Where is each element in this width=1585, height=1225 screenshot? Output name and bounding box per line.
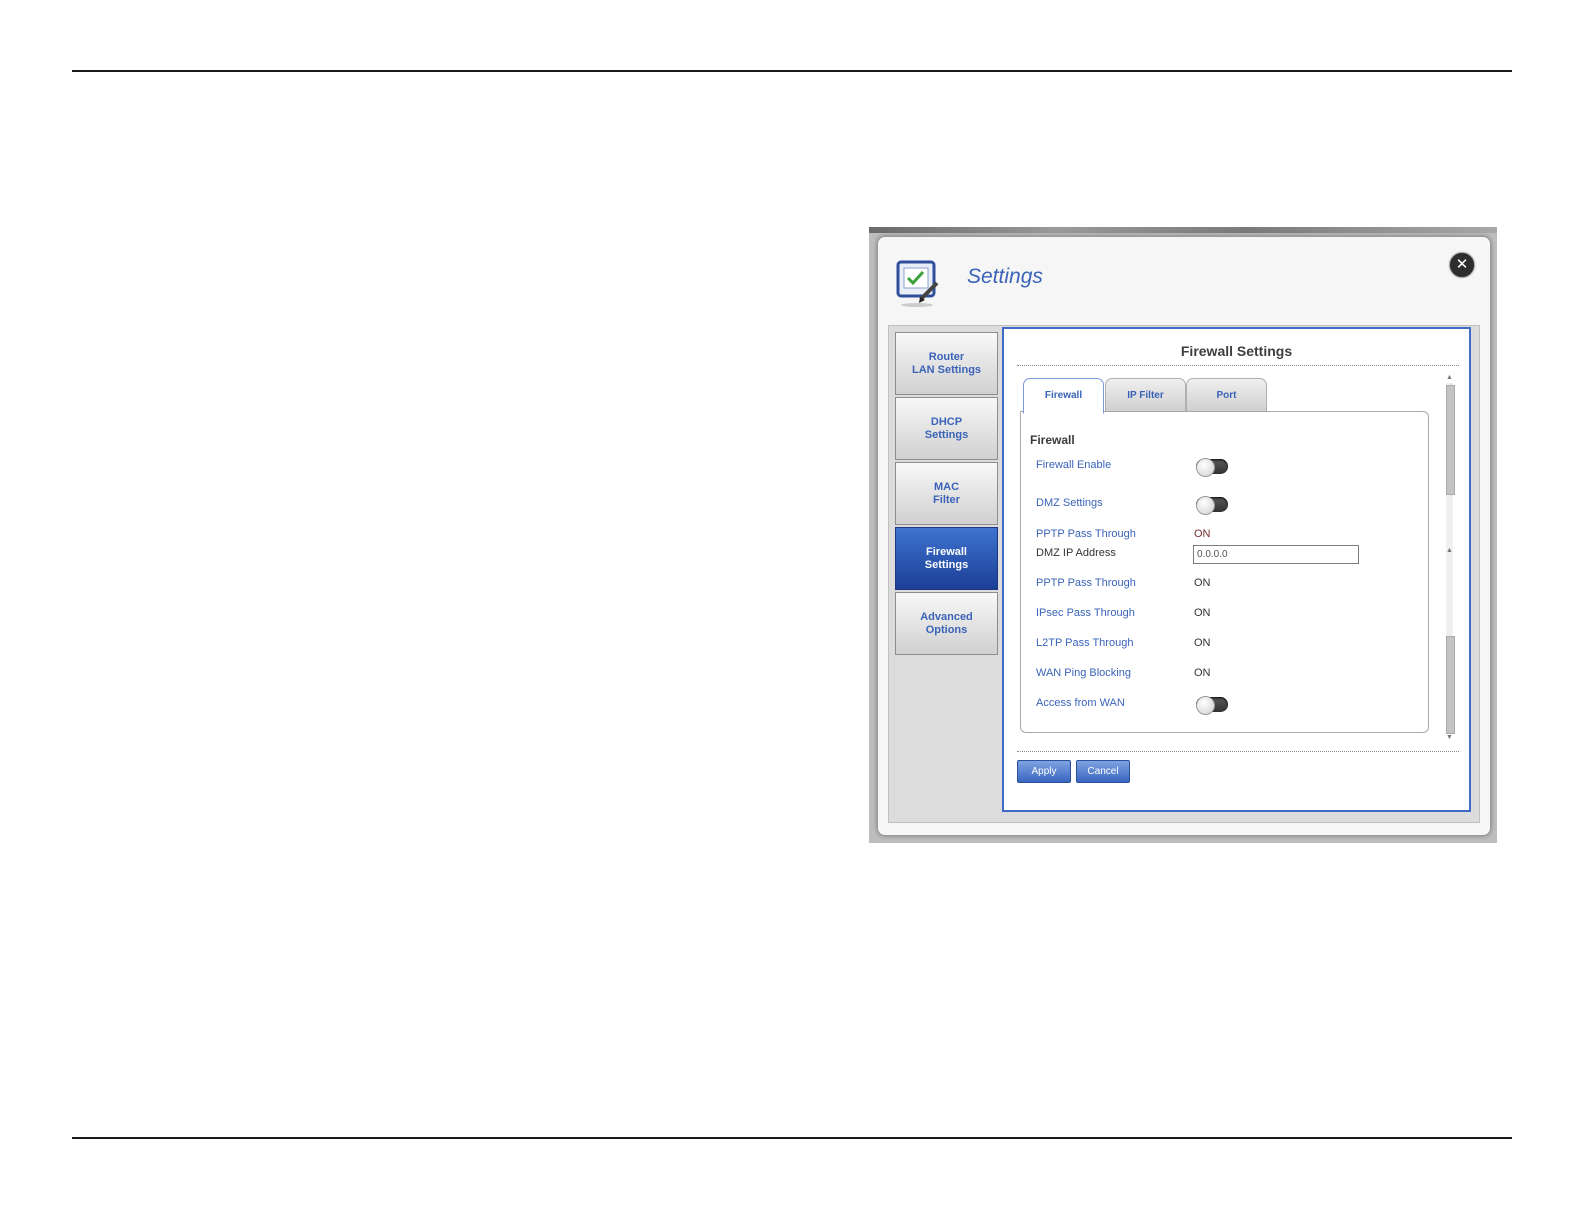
pptp-value: ON bbox=[1194, 577, 1211, 589]
router-settings-screenshot: Settings ✕ Router LAN Settings DHCP Sett… bbox=[869, 227, 1497, 843]
button-divider bbox=[1017, 751, 1459, 752]
sidebar-item-label: Firewall Settings bbox=[924, 545, 969, 571]
firewall-enable-label: Firewall Enable bbox=[1036, 459, 1112, 471]
dmz-settings-label: DMZ Settings bbox=[1036, 497, 1103, 509]
tab-port[interactable]: Port bbox=[1186, 378, 1267, 412]
sidebar-item-dhcp-settings[interactable]: DHCP Settings bbox=[895, 397, 998, 460]
title-divider bbox=[1017, 365, 1459, 366]
wan-ping-value: ON bbox=[1194, 667, 1211, 679]
page-title: Firewall Settings bbox=[1180, 343, 1293, 359]
l2tp-label: L2TP Pass Through bbox=[1036, 637, 1134, 649]
access-wan-label: Access from WAN bbox=[1036, 697, 1125, 709]
apply-button[interactable]: Apply bbox=[1017, 760, 1071, 783]
sidebar: Router LAN Settings DHCP Settings MAC Fi… bbox=[895, 332, 998, 657]
pptp-overlap-label: PPTP Pass Through bbox=[1036, 528, 1136, 540]
scroll-down-icon[interactable]: ▼ bbox=[1444, 734, 1455, 742]
content-scrollbar[interactable]: ▲ ▲ ▼ bbox=[1444, 374, 1455, 742]
settings-dialog: Settings ✕ Router LAN Settings DHCP Sett… bbox=[877, 236, 1491, 836]
scroll-thumb[interactable] bbox=[1446, 636, 1455, 734]
access-wan-toggle[interactable] bbox=[1196, 696, 1228, 715]
window-top-band bbox=[869, 227, 1497, 233]
pptp-label: PPTP Pass Through bbox=[1036, 577, 1136, 589]
sidebar-item-router-lan-settings[interactable]: Router LAN Settings bbox=[895, 332, 998, 395]
sidebar-item-label: DHCP Settings bbox=[924, 415, 969, 441]
dmz-settings-toggle[interactable] bbox=[1196, 496, 1228, 515]
scroll-up-icon[interactable]: ▲ bbox=[1444, 547, 1455, 555]
scroll-thumb[interactable] bbox=[1446, 385, 1455, 495]
sidebar-item-label: Router LAN Settings bbox=[911, 350, 982, 376]
section-heading: Firewall bbox=[1030, 433, 1075, 447]
tab-firewall[interactable]: Firewall bbox=[1023, 378, 1104, 414]
firewall-settings-panel: Firewall Settings Firewall IP Filter Por… bbox=[1002, 327, 1471, 812]
sidebar-item-label: Advanced Options bbox=[920, 610, 973, 636]
ipsec-label: IPsec Pass Through bbox=[1036, 607, 1135, 619]
firewall-tab-panel: Firewall Firewall Enable DMZ Settings PP… bbox=[1020, 411, 1429, 733]
sidebar-item-firewall-settings[interactable]: Firewall Settings bbox=[895, 527, 998, 590]
l2tp-value: ON bbox=[1194, 637, 1211, 649]
dialog-body: Router LAN Settings DHCP Settings MAC Fi… bbox=[888, 325, 1480, 823]
sidebar-item-mac-filter[interactable]: MAC Filter bbox=[895, 462, 998, 525]
top-rule bbox=[72, 70, 1512, 72]
sidebar-item-advanced-options[interactable]: Advanced Options bbox=[895, 592, 998, 655]
ipsec-value: ON bbox=[1194, 607, 1211, 619]
toggle-knob bbox=[1196, 496, 1215, 515]
firewall-enable-toggle[interactable] bbox=[1196, 458, 1228, 477]
toggle-knob bbox=[1196, 696, 1215, 715]
tab-ip-filter[interactable]: IP Filter bbox=[1105, 378, 1186, 412]
scroll-up-icon[interactable]: ▲ bbox=[1444, 374, 1455, 382]
close-icon[interactable]: ✕ bbox=[1450, 253, 1474, 277]
dmz-ip-label: DMZ IP Address bbox=[1036, 547, 1116, 559]
bottom-rule bbox=[72, 1137, 1512, 1139]
wan-ping-label: WAN Ping Blocking bbox=[1036, 667, 1131, 679]
dmz-ip-input[interactable] bbox=[1193, 545, 1359, 564]
dialog-title: Settings bbox=[967, 265, 1043, 288]
sidebar-item-label: MAC Filter bbox=[933, 480, 960, 506]
pptp-overlap-value: ON bbox=[1194, 528, 1211, 540]
toggle-knob bbox=[1196, 458, 1215, 477]
cancel-button[interactable]: Cancel bbox=[1076, 760, 1130, 783]
settings-checklist-icon bbox=[896, 260, 939, 307]
